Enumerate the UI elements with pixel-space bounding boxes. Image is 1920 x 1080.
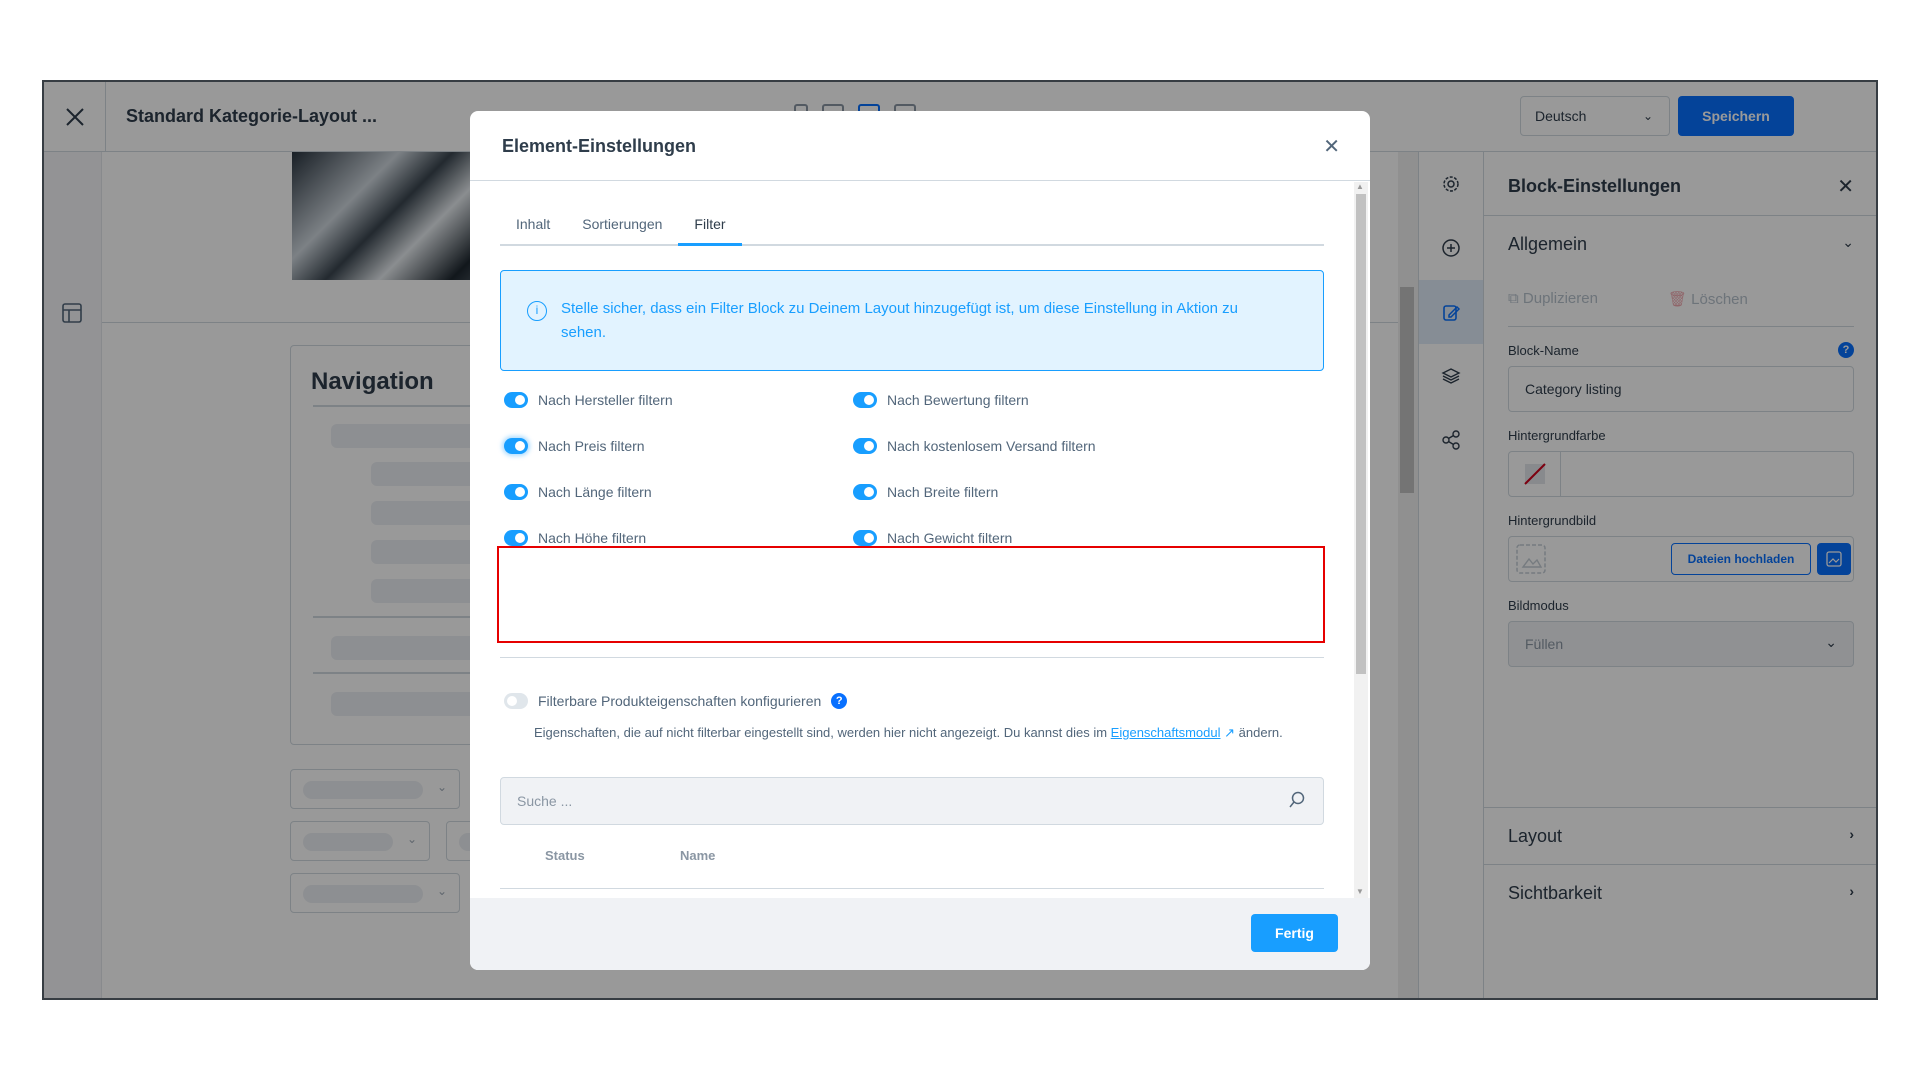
toggle-switch[interactable] (504, 484, 528, 500)
info-text: Stelle sicher, dass ein Filter Block zu … (561, 300, 1239, 341)
tab-inhalt[interactable]: Inhalt (500, 212, 566, 246)
filter-toggle-free-shipping[interactable]: Nach kostenlosem Versand filtern (853, 438, 1096, 454)
filter-toggle-rating[interactable]: Nach Bewertung filtern (853, 392, 1029, 408)
filter-toggle-width[interactable]: Nach Breite filtern (853, 484, 998, 500)
help-icon[interactable]: ? (831, 693, 848, 709)
column-header-name[interactable]: Name (680, 848, 715, 863)
filter-toggle-manufacturer[interactable]: Nach Hersteller filtern (504, 392, 673, 408)
filter-toggle-height[interactable]: Nach Höhe filtern (504, 530, 646, 546)
toggle-switch[interactable] (853, 438, 877, 454)
toggle-switch[interactable] (504, 530, 528, 546)
modal-scrollbar[interactable]: ▲ ▼ (1354, 182, 1368, 898)
filter-toggle-price[interactable]: Nach Preis filtern (504, 438, 645, 454)
search-placeholder: Suche ... (517, 793, 573, 809)
external-link-icon: ↗ (1220, 725, 1236, 740)
modal-header: Element-Einstellungen ✕ (470, 111, 1370, 181)
toggle-switch[interactable] (853, 484, 877, 500)
modal-footer: Fertig (470, 898, 1370, 970)
close-modal-button[interactable]: ✕ (1323, 134, 1340, 159)
toggle-switch[interactable] (504, 693, 528, 709)
filter-toggle-length[interactable]: Nach Länge filtern (504, 484, 652, 500)
done-button[interactable]: Fertig (1251, 914, 1338, 952)
tab-filter[interactable]: Filter (678, 212, 742, 246)
divider (500, 657, 1324, 658)
modal-title: Element-Einstellungen (502, 136, 697, 156)
highlight-box (497, 546, 1325, 643)
search-icon (1289, 791, 1305, 808)
table-divider (500, 888, 1324, 889)
toggle-switch[interactable] (853, 392, 877, 408)
column-header-status[interactable]: Status (545, 848, 585, 863)
toggle-switch[interactable] (504, 438, 528, 454)
toggle-switch[interactable] (504, 392, 528, 408)
property-module-link[interactable]: Eigenschaftsmodul (1111, 725, 1221, 740)
filter-toggle-weight[interactable]: Nach Gewicht filtern (853, 530, 1012, 546)
element-settings-modal: Element-Einstellungen ✕ Inhalt Sortierun… (470, 111, 1370, 970)
configure-properties-toggle[interactable]: Filterbare Produkteigenschaften konfigur… (504, 693, 848, 709)
modal-body: Inhalt Sortierungen Filter i Stelle sich… (470, 182, 1370, 898)
property-search-input[interactable]: Suche ... (500, 777, 1324, 825)
properties-description: Eigenschaften, die auf nicht filterbar e… (534, 725, 1283, 740)
tab-sortierungen[interactable]: Sortierungen (566, 212, 678, 246)
tab-bar: Inhalt Sortierungen Filter (500, 212, 1324, 246)
info-icon: i (527, 301, 547, 321)
toggle-switch[interactable] (853, 530, 877, 546)
info-alert: i Stelle sicher, dass ein Filter Block z… (500, 270, 1324, 371)
